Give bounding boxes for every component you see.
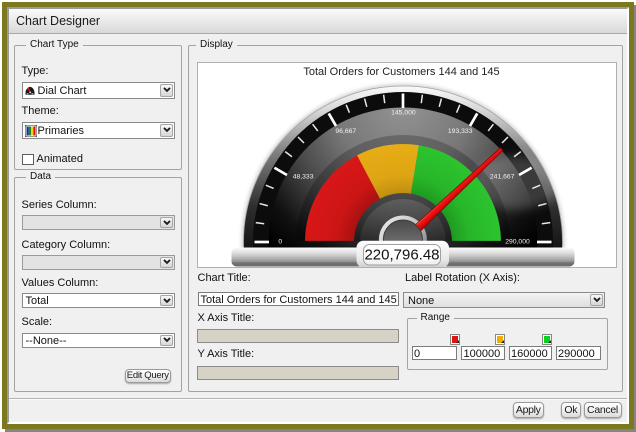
svg-text:48,333: 48,333 xyxy=(292,173,313,180)
svg-text:96,667: 96,667 xyxy=(335,127,356,134)
svg-text:290,000: 290,000 xyxy=(505,238,530,245)
svg-text:193,333: 193,333 xyxy=(447,127,472,134)
svg-text:220,796.48: 220,796.48 xyxy=(364,246,439,263)
svg-text:145,000: 145,000 xyxy=(391,109,416,116)
svg-text:0: 0 xyxy=(278,238,282,245)
svg-text:241,667: 241,667 xyxy=(489,173,514,180)
